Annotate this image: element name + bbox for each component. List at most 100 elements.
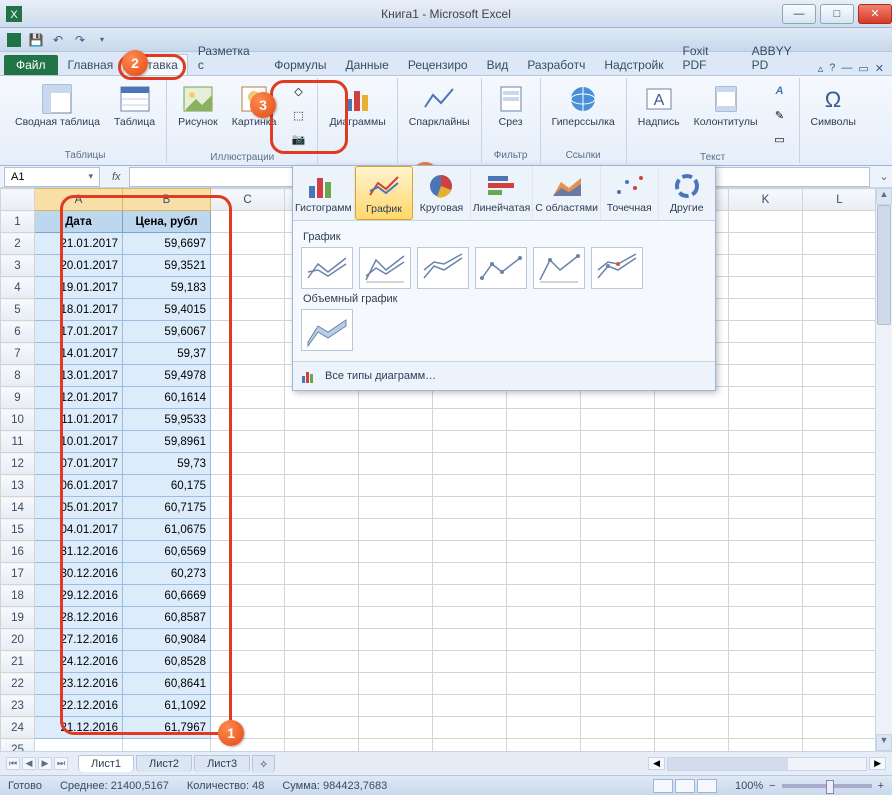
formula-expand-icon[interactable]: ⌄ <box>876 170 892 183</box>
undo-icon[interactable]: ↶ <box>50 32 66 48</box>
col-header-b[interactable]: B <box>123 189 211 211</box>
cell[interactable]: 59,6697 <box>123 233 211 255</box>
tab-abbyy[interactable]: ABBYY PD <box>743 41 817 75</box>
cell[interactable]: 61,0675 <box>123 519 211 541</box>
col-header-a[interactable]: A <box>35 189 123 211</box>
cell[interactable]: 61,7967 <box>123 717 211 739</box>
cell[interactable]: 27.12.2016 <box>35 629 123 651</box>
sparklines-button[interactable]: Спарклайны <box>404 80 475 132</box>
charts-button[interactable]: Диаграммы <box>324 80 390 132</box>
cell[interactable]: 59,8961 <box>123 431 211 453</box>
slicer-button[interactable]: Срез <box>488 80 534 132</box>
cell[interactable]: 60,8641 <box>123 673 211 695</box>
tab-pagelayout[interactable]: Разметка с <box>189 41 264 75</box>
row-header[interactable]: 5 <box>1 299 35 321</box>
cell[interactable]: 59,4015 <box>123 299 211 321</box>
row-header[interactable]: 6 <box>1 321 35 343</box>
tab-formulas[interactable]: Формулы <box>265 55 335 75</box>
screenshot-button[interactable]: 📷 <box>285 128 311 150</box>
cell[interactable]: 61,1092 <box>123 695 211 717</box>
line-3d-thumb[interactable] <box>301 309 353 351</box>
sheet-nav-first[interactable]: ⏮ <box>6 757 20 770</box>
row-header[interactable]: 12 <box>1 453 35 475</box>
close-button[interactable]: ✕ <box>858 4 892 24</box>
picture-button[interactable]: Рисунок <box>173 80 223 132</box>
cell[interactable]: 31.12.2016 <box>35 541 123 563</box>
row-header[interactable]: 4 <box>1 277 35 299</box>
row-header[interactable]: 11 <box>1 431 35 453</box>
tab-home[interactable]: Главная <box>59 55 123 75</box>
row-header[interactable]: 20 <box>1 629 35 651</box>
row-header[interactable]: 9 <box>1 387 35 409</box>
headerfooter-button[interactable]: Колонтитулы <box>689 80 763 132</box>
chart-cat-pie[interactable]: Круговая <box>413 166 471 220</box>
row-header[interactable]: 15 <box>1 519 35 541</box>
row-header[interactable]: 1 <box>1 211 35 233</box>
cell[interactable]: 12.01.2017 <box>35 387 123 409</box>
excel-menu-icon[interactable] <box>6 32 22 48</box>
sheet-nav-next[interactable]: ▶ <box>38 757 52 770</box>
table-button[interactable]: Таблица <box>109 80 160 132</box>
zoom-label[interactable]: 100% <box>735 780 763 792</box>
cell[interactable]: 21.01.2017 <box>35 233 123 255</box>
cell[interactable]: 19.01.2017 <box>35 277 123 299</box>
cell[interactable]: 20.01.2017 <box>35 255 123 277</box>
cell[interactable]: 22.12.2016 <box>35 695 123 717</box>
cell[interactable]: 10.01.2017 <box>35 431 123 453</box>
save-icon[interactable]: 💾 <box>28 32 44 48</box>
cell[interactable]: 60,1614 <box>123 387 211 409</box>
cell[interactable]: Дата <box>35 211 123 233</box>
sheet-tab-1[interactable]: Лист1 <box>78 755 134 772</box>
row-header[interactable]: 19 <box>1 607 35 629</box>
chart-cat-other[interactable]: Другие <box>659 166 716 220</box>
sigline-button[interactable]: ✎ <box>767 104 793 126</box>
cell[interactable]: 14.01.2017 <box>35 343 123 365</box>
view-normal-icon[interactable] <box>653 779 673 793</box>
cell[interactable]: 60,175 <box>123 475 211 497</box>
cell[interactable]: 60,8528 <box>123 651 211 673</box>
cell[interactable]: 04.01.2017 <box>35 519 123 541</box>
sheet-nav-prev[interactable]: ◀ <box>22 757 36 770</box>
file-tab[interactable]: Файл <box>4 55 58 75</box>
textbox-button[interactable]: A Надпись <box>633 80 685 132</box>
row-header[interactable]: 10 <box>1 409 35 431</box>
chart-cat-area[interactable]: С областями <box>533 166 601 220</box>
hscroll-right-icon[interactable]: ▶ <box>869 757 886 770</box>
row-header[interactable]: 23 <box>1 695 35 717</box>
scroll-down-icon[interactable]: ▼ <box>876 734 892 751</box>
view-layout-icon[interactable] <box>675 779 695 793</box>
cell[interactable]: 59,9533 <box>123 409 211 431</box>
cell[interactable]: 59,4978 <box>123 365 211 387</box>
help-icon[interactable]: ? <box>829 62 835 75</box>
row-header[interactable]: 18 <box>1 585 35 607</box>
cell[interactable]: 13.01.2017 <box>35 365 123 387</box>
cell[interactable]: 11.01.2017 <box>35 409 123 431</box>
maximize-button[interactable]: □ <box>820 4 854 24</box>
namebox-dropdown-icon[interactable]: ▾ <box>88 171 93 182</box>
hscroll-left-icon[interactable]: ◀ <box>648 757 665 770</box>
cell[interactable]: 60,8587 <box>123 607 211 629</box>
row-header[interactable]: 7 <box>1 343 35 365</box>
tab-addins[interactable]: Надстройк <box>595 55 672 75</box>
row-header[interactable]: 3 <box>1 255 35 277</box>
all-chart-types[interactable]: Все типы диаграмм… <box>293 361 715 390</box>
line-thumb-6[interactable] <box>591 247 643 289</box>
row-header[interactable]: 22 <box>1 673 35 695</box>
doc-restore-icon[interactable]: ▭ <box>858 62 868 75</box>
tab-developer[interactable]: Разработч <box>518 55 594 75</box>
hyperlink-button[interactable]: Гиперссылка <box>547 80 620 132</box>
tab-view[interactable]: Вид <box>478 55 518 75</box>
object-button[interactable]: ▭ <box>767 128 793 150</box>
ribbon-minimize-icon[interactable]: ▵ <box>818 62 824 75</box>
tab-insert[interactable]: Вставка <box>123 54 188 75</box>
horizontal-scrollbar[interactable] <box>667 757 867 771</box>
qat-customize-icon[interactable]: ▾ <box>94 32 110 48</box>
cell[interactable]: 59,73 <box>123 453 211 475</box>
zoom-out-icon[interactable]: − <box>769 780 775 792</box>
row-header[interactable]: 8 <box>1 365 35 387</box>
row-header[interactable]: 2 <box>1 233 35 255</box>
cell[interactable]: 24.12.2016 <box>35 651 123 673</box>
row-header[interactable]: 25 <box>1 739 35 752</box>
cell[interactable]: 60,273 <box>123 563 211 585</box>
cell[interactable]: 21.12.2016 <box>35 717 123 739</box>
